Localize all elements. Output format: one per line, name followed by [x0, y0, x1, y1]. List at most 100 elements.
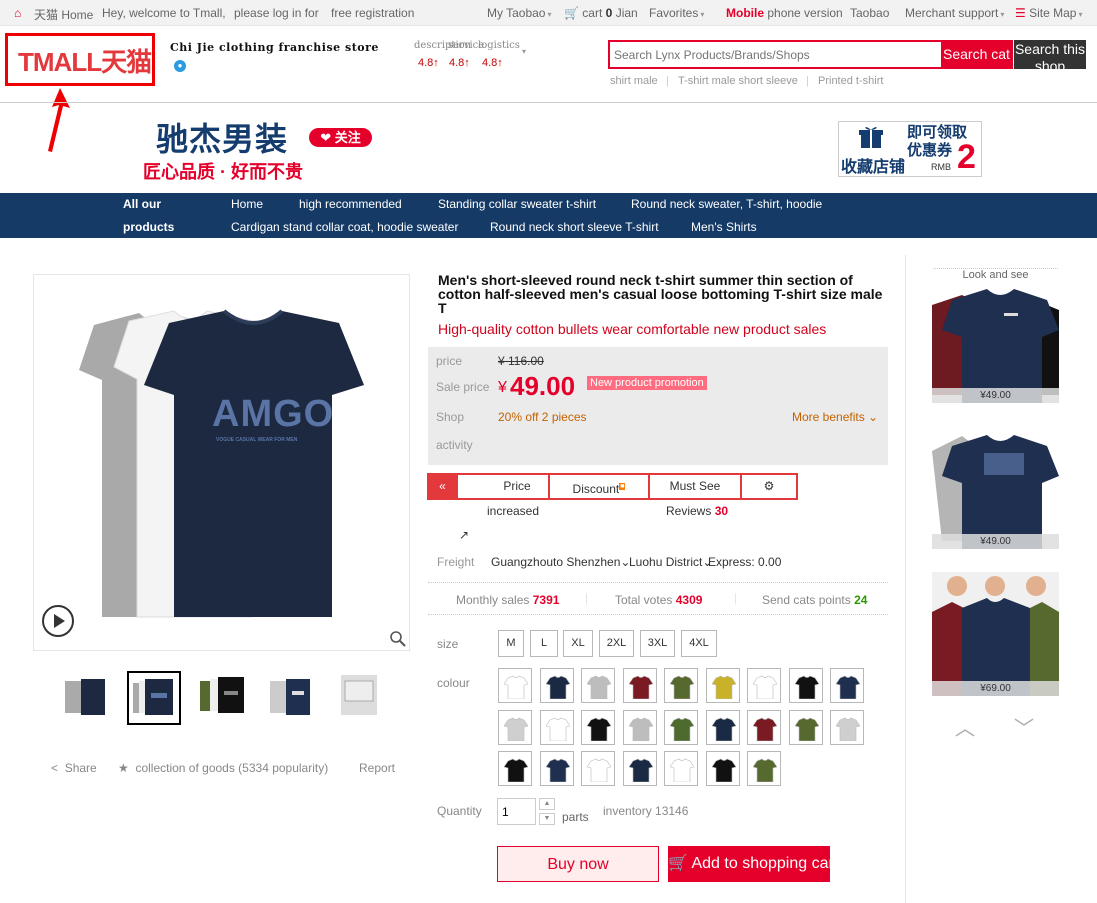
rec-item-2[interactable]: ¥49.00: [932, 431, 1059, 549]
size-option-2xl[interactable]: 2XL: [599, 630, 634, 657]
nav-item-home[interactable]: Home: [231, 197, 263, 211]
search-tmall-button[interactable]: Search cat: [941, 40, 1013, 69]
colour-swatch[interactable]: [622, 709, 657, 745]
colour-swatch[interactable]: [498, 668, 532, 703]
discount-button[interactable]: Discount■: [548, 473, 650, 500]
reviews-link[interactable]: Reviews 30: [666, 504, 728, 518]
colour-swatch[interactable]: [747, 751, 781, 786]
back-arrow-icon[interactable]: «: [427, 473, 458, 500]
nav-item-collar-sweater[interactable]: Standing collar sweater t-shirt: [438, 197, 596, 211]
quantity-increase-icon[interactable]: ▲: [539, 798, 555, 810]
nav-all-products-line2[interactable]: products: [123, 220, 174, 234]
promo-tag: New product promotion: [587, 376, 707, 390]
nav-item-cardigan[interactable]: Cardigan stand collar coat, hoodie sweat…: [231, 220, 458, 234]
coupon-banner[interactable]: 收藏店铺 即可领取 优惠券 RMB 2: [838, 121, 982, 177]
store-name[interactable]: Chi Jie clothing franchise store: [170, 41, 379, 54]
must-see-button[interactable]: Must See: [648, 473, 742, 500]
cart-link[interactable]: 🛒 cart 0 Jian: [564, 6, 638, 20]
more-benefits-link[interactable]: More benefits ⌄: [792, 410, 878, 424]
home-icon[interactable]: ⌂: [14, 6, 21, 20]
colour-swatch[interactable]: [664, 751, 698, 786]
search-input[interactable]: [610, 42, 941, 67]
quantity-decrease-icon[interactable]: ▼: [539, 813, 555, 825]
colour-swatch[interactable]: [788, 668, 823, 703]
colour-swatch[interactable]: [705, 751, 740, 786]
buy-now-button[interactable]: Buy now: [497, 846, 659, 882]
size-option-xl[interactable]: XL: [563, 630, 593, 657]
nav-item-round-neck-tee[interactable]: Round neck short sleeve T-shirt: [490, 220, 659, 234]
favorites-menu[interactable]: Favorites ▾: [649, 6, 704, 20]
size-option-4xl[interactable]: 4XL: [681, 630, 717, 657]
zoom-icon[interactable]: [390, 631, 406, 647]
cat-points-label: Send cats points: [762, 593, 851, 607]
colour-swatch[interactable]: [581, 709, 615, 745]
colour-swatch[interactable]: [498, 709, 532, 745]
tshirt-swatch-icon: [670, 717, 694, 741]
colour-swatch[interactable]: [664, 709, 698, 745]
colour-swatch[interactable]: [622, 668, 657, 703]
thumbnail-5[interactable]: [337, 671, 381, 725]
rec-item-1[interactable]: ¥49.00: [932, 285, 1059, 403]
size-option-l[interactable]: L: [530, 630, 558, 657]
add-to-cart-button[interactable]: 🛒 Add to shopping cart: [668, 846, 830, 882]
store-level-icon: ●: [174, 60, 186, 72]
freight-district-select[interactable]: Luohu District⌄: [629, 555, 712, 569]
total-votes[interactable]: Total votes 4309: [615, 593, 702, 607]
hot-word[interactable]: T-shirt male short sleeve: [678, 75, 798, 87]
login-link[interactable]: please log in for: [234, 6, 319, 20]
colour-swatch[interactable]: [788, 709, 823, 745]
my-taobao-menu[interactable]: My Taobao ▾: [487, 6, 552, 20]
size-option-3xl[interactable]: 3XL: [640, 630, 675, 657]
colour-swatch[interactable]: [498, 751, 532, 786]
colour-swatch[interactable]: [622, 751, 657, 786]
rail-next-icon[interactable]: ﹀: [1014, 712, 1034, 741]
shop-activity-label-2: activity: [436, 438, 473, 452]
thumbnail-1[interactable]: [61, 671, 115, 725]
sitemap-menu[interactable]: ☰ Site Map ▾: [1015, 6, 1082, 20]
nav-all-products[interactable]: All our: [123, 197, 161, 211]
home-link[interactable]: 天猫 Home: [34, 6, 93, 23]
search-shop-button[interactable]: Search this shop: [1014, 40, 1086, 69]
chevron-down-icon[interactable]: ▾: [522, 47, 526, 56]
colour-swatch[interactable]: [705, 709, 740, 745]
colour-swatch[interactable]: [664, 668, 698, 703]
hot-word[interactable]: Printed t-shirt: [818, 75, 883, 87]
register-link[interactable]: free registration: [331, 6, 414, 20]
thumbnail-3[interactable]: [196, 671, 250, 725]
rec-item-3[interactable]: ¥69.00: [932, 572, 1059, 696]
main-product-image[interactable]: AMGO VOGUE CASUAL WEAR FOR MEN: [33, 274, 410, 651]
freight-destination-select[interactable]: to Shenzhen⌄: [553, 555, 630, 569]
play-video-icon[interactable]: [41, 604, 75, 638]
taobao-link[interactable]: Taobao: [850, 6, 889, 20]
collect-link[interactable]: ★ collection of goods (5334 popularity): [118, 761, 328, 775]
nav-item-shirts[interactable]: Men's Shirts: [691, 220, 757, 234]
follow-button[interactable]: ❤ 关注: [309, 128, 372, 147]
quantity-input[interactable]: [497, 798, 536, 825]
tshirt-thumb-icon: [200, 677, 244, 713]
merchant-menu[interactable]: Merchant support ▾: [905, 6, 1004, 20]
nav-item-round-neck-sweater[interactable]: Round neck sweater, T-shirt, hoodie: [631, 197, 822, 211]
tmall-logo[interactable]: TMALL天猫: [5, 33, 155, 86]
colour-swatch[interactable]: [539, 751, 574, 786]
thumbnail-2-selected[interactable]: [127, 671, 181, 725]
thumbnail-4[interactable]: [266, 671, 320, 725]
colour-swatch[interactable]: [581, 751, 615, 786]
colour-swatch[interactable]: [539, 709, 574, 745]
coupon-amount: 2: [957, 138, 976, 176]
colour-swatch[interactable]: [581, 668, 615, 703]
share-link[interactable]: < Share: [51, 761, 97, 775]
colour-swatch[interactable]: [747, 709, 781, 745]
colour-swatch[interactable]: [830, 709, 864, 745]
settings-icon[interactable]: ⚙: [740, 473, 798, 500]
report-link[interactable]: Report: [359, 761, 395, 775]
colour-swatch[interactable]: [539, 668, 574, 703]
size-option-m[interactable]: M: [498, 630, 524, 657]
external-link-icon[interactable]: ↗: [459, 528, 469, 542]
rail-prev-icon[interactable]: ︿: [955, 712, 975, 741]
colour-swatch[interactable]: [705, 668, 740, 703]
hot-word[interactable]: shirt male: [610, 75, 658, 87]
mobile-link[interactable]: Mobile phone version: [726, 6, 843, 20]
colour-swatch[interactable]: [830, 668, 864, 703]
nav-item-recommended[interactable]: high recommended: [299, 197, 402, 211]
colour-swatch[interactable]: [747, 668, 781, 703]
